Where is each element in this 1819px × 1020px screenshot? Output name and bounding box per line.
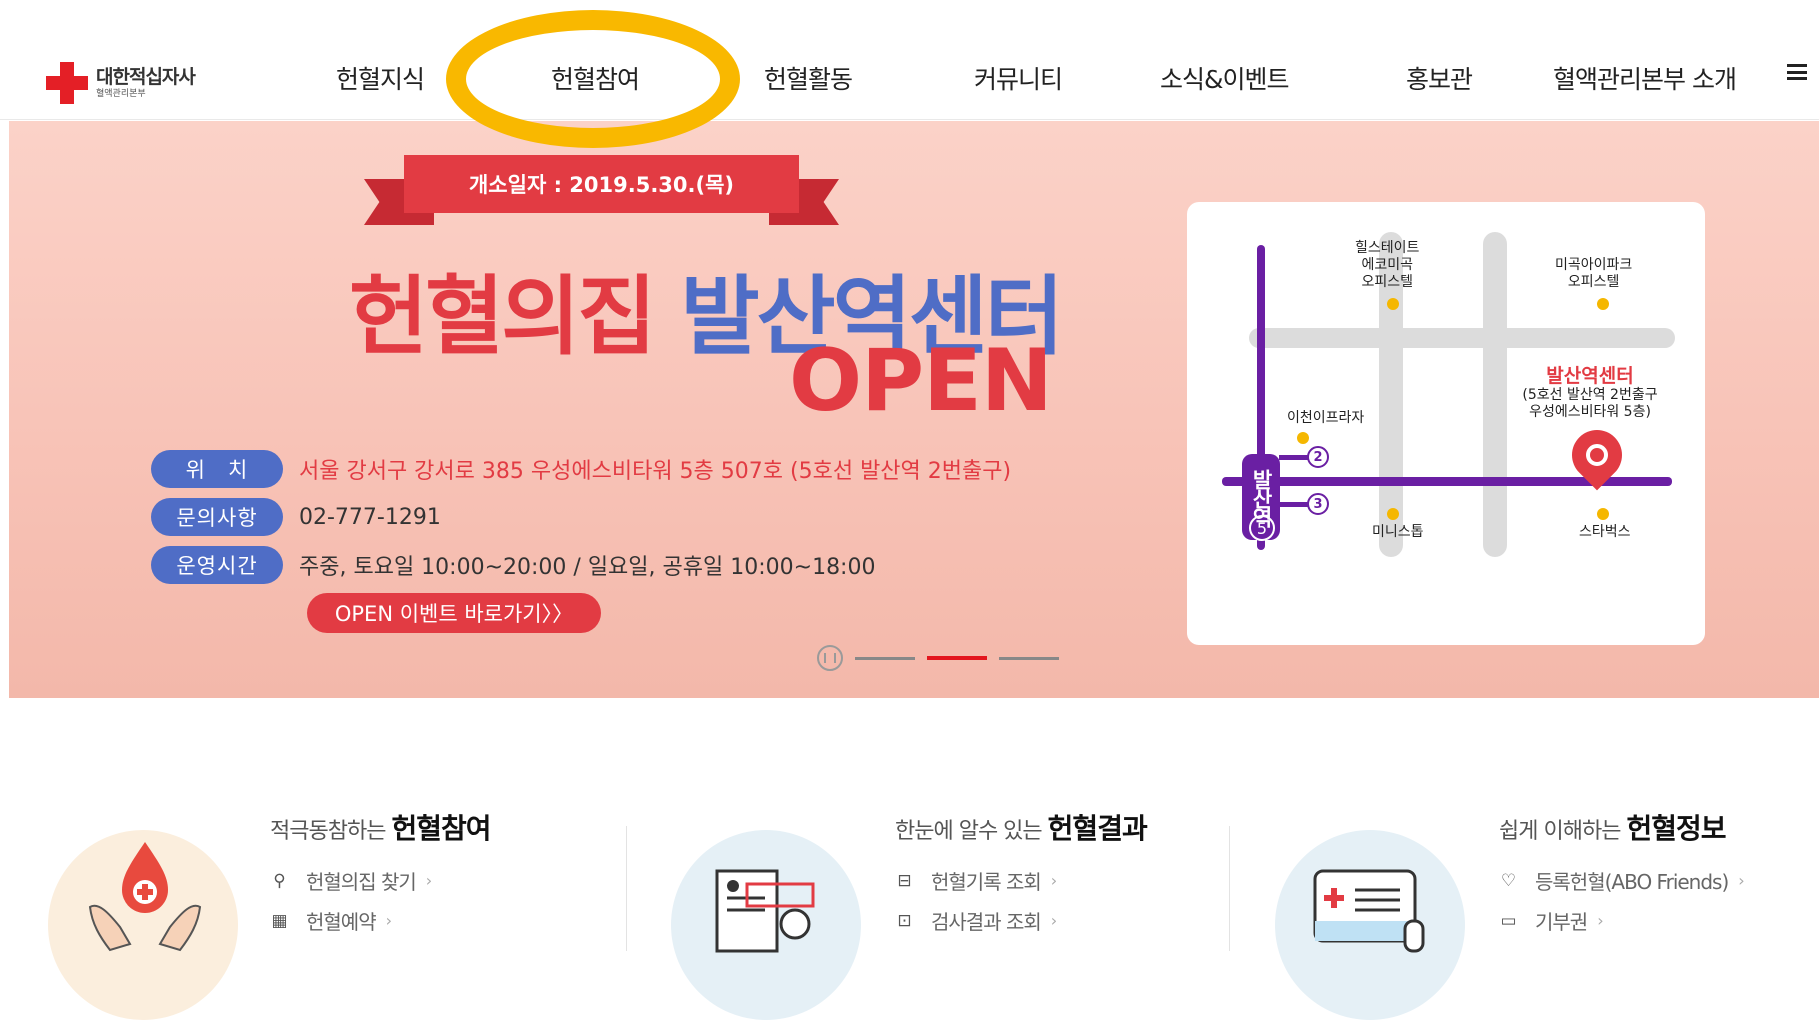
quick-title: 쉽게 이해하는 헌혈정보 <box>1499 812 1726 845</box>
link-donation-voucher[interactable]: ▭ 기부권 › <box>1497 906 1603 935</box>
poi-dot <box>1597 508 1609 520</box>
nav-item-community[interactable]: 커뮤니티 <box>974 60 1063 96</box>
quick-section-info: 쉽게 이해하는 헌혈정보 ♡ 등록헌혈(ABO Friends) › ▭ 기부권 › <box>1229 790 1789 1020</box>
hero-banner[interactable]: 개소일자 : 2019.5.30.(목) 헌혈의집 발산역센터 OPEN 위 치… <box>9 121 1819 698</box>
chevron-right-icon: › <box>1050 911 1057 930</box>
slide-indicator-3[interactable] <box>999 656 1059 660</box>
info-label: 문의사항 <box>151 498 283 536</box>
poi-dot <box>1297 432 1309 444</box>
info-location: 위 치 서울 강서구 강서로 385 우성에스비타워 5층 507호 (5호선 … <box>151 449 1011 489</box>
headline-red: 헌혈의집 <box>349 267 656 367</box>
location-map: 발산역 5 2 3 힐스테이트 에코미곡 오피스텔 미곡아이파크 오피스텔 이천… <box>1187 202 1705 645</box>
building-icon: ▦ <box>271 910 287 931</box>
nav-item-news-events[interactable]: 소식&이벤트 <box>1160 60 1289 96</box>
center-title: 발산역센터 <box>1546 365 1634 387</box>
poi-label: 스타벅스 <box>1579 524 1631 540</box>
link-registered-donation[interactable]: ♡ 등록헌혈(ABO Friends) › <box>1497 866 1745 895</box>
info-label: 운영시간 <box>151 546 283 584</box>
center-subtitle: (5호선 발산역 2번출구 우성에스비타워 5층) <box>1522 387 1658 420</box>
card-icon: ▭ <box>1500 910 1516 931</box>
nav-item-blood-knowledge[interactable]: 헌혈지식 <box>336 60 425 96</box>
exit-2-badge: 2 <box>1307 446 1329 468</box>
map-road <box>1249 328 1675 348</box>
slide-indicator-1[interactable] <box>855 656 915 660</box>
quick-title: 한눈에 알수 있는 헌혈결과 <box>895 812 1148 845</box>
nav-item-donation-participation[interactable]: 헌혈참여 <box>551 60 640 96</box>
poi-label: 힐스테이트 에코미곡 오피스텔 <box>1355 240 1420 290</box>
nav-item-promotion[interactable]: 홍보관 <box>1406 60 1473 96</box>
quick-section-results: 한눈에 알수 있는 헌혈결과 ⊟ 헌혈기록 조회 › ⊡ 검사결과 조회 › <box>625 790 1185 1020</box>
poi-dot <box>1387 508 1399 520</box>
link-find-blood-house[interactable]: ⚲ 헌혈의집 찾기 › <box>268 866 432 895</box>
heart-icon: ♡ <box>1500 870 1516 891</box>
poi-dot <box>1387 298 1399 310</box>
hamburger-menu-icon[interactable] <box>1787 64 1807 80</box>
pause-icon[interactable] <box>817 645 843 671</box>
site-header: 대한적십자사 혈액관리본부 헌혈지식 헌혈참여 헌혈활동 커뮤니티 소식&이벤트… <box>0 0 1819 148</box>
poi-label: 미니스톱 <box>1372 524 1424 540</box>
chevron-right-icon: › <box>425 871 432 890</box>
hands-blood-drop-icon <box>88 842 202 952</box>
info-value: 주중, 토요일 10:00~20:00 / 일요일, 공휴일 10:00~18:… <box>299 555 876 580</box>
record-search-icon: ⊟ <box>897 870 911 891</box>
link-donation-reservation[interactable]: ▦ 헌혈예약 › <box>268 906 392 935</box>
open-event-button[interactable]: OPEN 이벤트 바로가기〉〉 <box>307 593 601 633</box>
chevron-right-icon: › <box>1738 871 1744 890</box>
chevron-right-icon: › <box>385 911 392 930</box>
opening-date-ribbon: 개소일자 : 2019.5.30.(목) <box>364 155 839 225</box>
poi-label: 미곡아이파크 오피스텔 <box>1555 257 1633 290</box>
info-label: 위 치 <box>151 450 283 488</box>
main-nav: 헌혈지식 헌혈참여 헌혈활동 커뮤니티 소식&이벤트 홍보관 혈액관리본부 소개 <box>0 0 1819 120</box>
opening-date: 개소일자 : 2019.5.30.(목) <box>404 155 799 213</box>
open-text: OPEN <box>789 331 1053 431</box>
quick-section-participation: 적극동참하는 헌혈참여 ⚲ 헌혈의집 찾기 › ▦ 헌혈예약 › <box>0 790 560 1020</box>
poi-dot <box>1597 298 1609 310</box>
quick-title: 적극동참하는 헌혈참여 <box>270 812 491 845</box>
chevron-right-icon: › <box>1050 871 1057 890</box>
info-value: 02-777-1291 <box>299 504 441 530</box>
slide-indicator-2[interactable] <box>927 656 987 660</box>
info-contact: 문의사항 02-777-1291 <box>151 497 441 537</box>
info-hours: 운영시간 주중, 토요일 10:00~20:00 / 일요일, 공휴일 10:0… <box>151 545 875 585</box>
link-donation-record[interactable]: ⊟ 헌혈기록 조회 › <box>893 866 1057 895</box>
location-pin-icon: ⚲ <box>273 870 285 891</box>
result-search-icon: ⊡ <box>897 910 911 931</box>
link-test-result[interactable]: ⊡ 검사결과 조회 › <box>893 906 1057 935</box>
line-5-badge: 5 <box>1249 515 1275 541</box>
chevron-right-icon: › <box>1597 911 1603 930</box>
poi-label: 이천이프라자 <box>1287 410 1365 426</box>
map-road <box>1483 232 1507 557</box>
nav-item-donation-activity[interactable]: 헌혈활동 <box>764 60 853 96</box>
exit-3-badge: 3 <box>1307 493 1329 515</box>
info-card-illustration-icon <box>1313 869 1425 953</box>
center-label: 발산역센터 (5호선 발산역 2번출구 우성에스비타워 5층) <box>1510 365 1670 421</box>
record-search-illustration-icon <box>715 869 815 953</box>
info-value: 서울 강서구 강서로 385 우성에스비타워 5층 507호 (5호선 발산역 … <box>299 459 1012 484</box>
nav-item-about[interactable]: 혈액관리본부 소개 <box>1553 60 1737 96</box>
slider-pager <box>817 643 1059 673</box>
